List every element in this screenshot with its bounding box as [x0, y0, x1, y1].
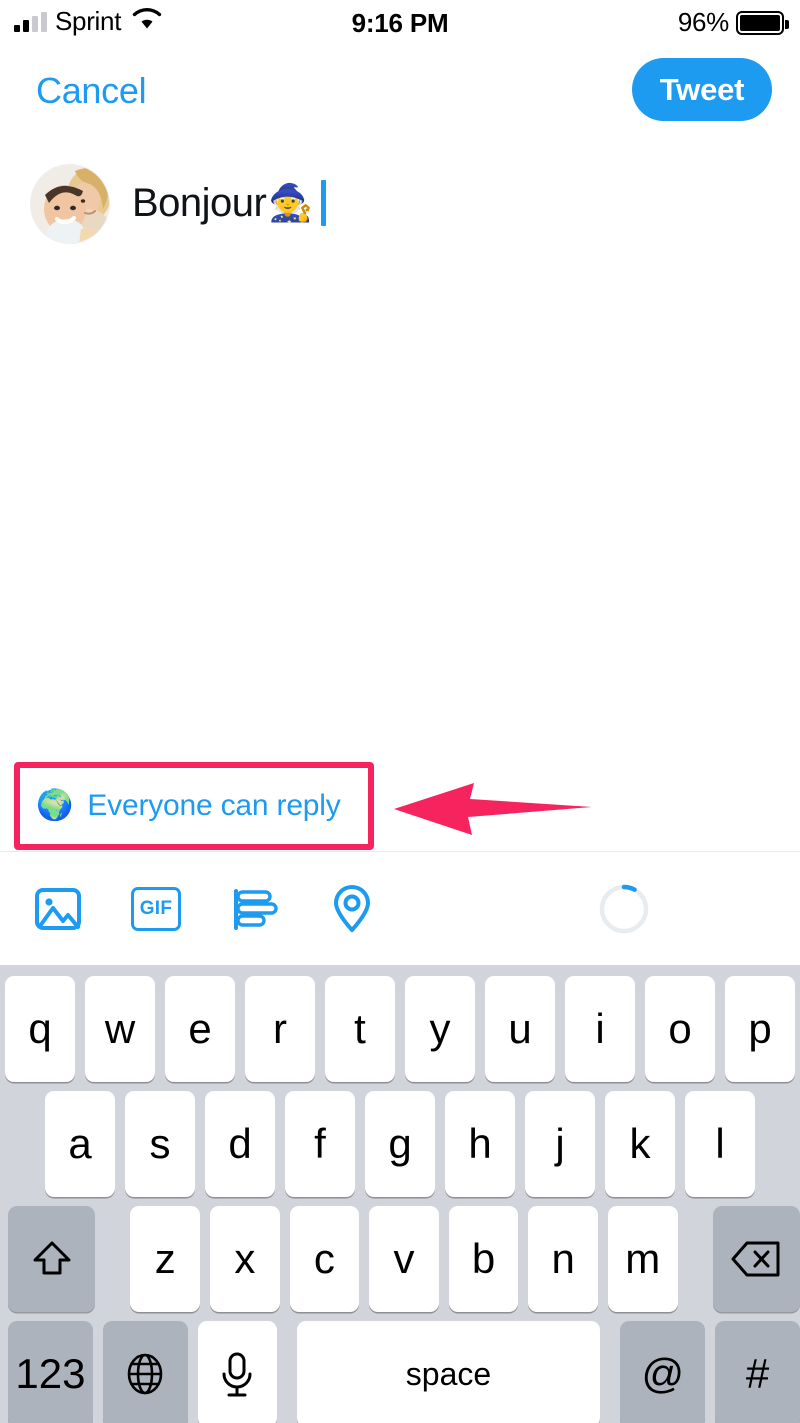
key-l[interactable]: l	[685, 1091, 755, 1197]
avatar-photo	[31, 165, 109, 243]
key-b[interactable]: b	[448, 1206, 519, 1312]
location-icon[interactable]	[324, 881, 380, 937]
key-g[interactable]: g	[365, 1091, 435, 1197]
wizard-emoji: 🧙	[268, 182, 314, 223]
keyboard-row-4: 123 space @ #	[0, 1321, 800, 1423]
key-j[interactable]: j	[525, 1091, 595, 1197]
key-o[interactable]: o	[645, 976, 715, 1082]
key-d[interactable]: d	[205, 1091, 275, 1197]
key-numbers[interactable]: 123	[8, 1321, 93, 1423]
globe-icon[interactable]	[102, 1321, 188, 1423]
reply-scope-label: Everyone can reply	[87, 788, 341, 822]
key-n[interactable]: n	[528, 1206, 598, 1312]
microphone-icon[interactable]	[197, 1321, 277, 1423]
status-bar-right: 96%	[677, 7, 789, 38]
battery-icon	[736, 10, 789, 35]
key-s[interactable]: s	[125, 1091, 195, 1197]
avatar[interactable]	[30, 164, 110, 244]
keyboard-row-1: q w e r t y u i o p	[0, 976, 800, 1082]
tweet-button[interactable]: Tweet	[632, 58, 772, 121]
tweet-compose-screen: Sprint 9:16 PM 96% Cancel Tweet Bonjour …	[0, 0, 800, 1423]
onscreen-keyboard: q w e r t y u i o p a s d f g h j k l z …	[0, 965, 800, 1423]
key-c[interactable]: c	[289, 1206, 360, 1312]
key-a[interactable]: a	[45, 1091, 115, 1197]
key-p[interactable]: p	[725, 976, 795, 1082]
key-h[interactable]: h	[445, 1091, 515, 1197]
key-hash[interactable]: #	[715, 1321, 800, 1423]
battery-percent-label: 96%	[677, 7, 729, 37]
keyboard-row-3: z x c v b n m	[0, 1206, 800, 1312]
key-space[interactable]: space	[296, 1321, 601, 1423]
key-u[interactable]: u	[485, 976, 555, 1082]
key-i[interactable]: i	[565, 976, 635, 1082]
globe-icon: 🌍	[36, 788, 74, 822]
key-q[interactable]: q	[5, 976, 75, 1082]
key-z[interactable]: z	[130, 1206, 201, 1312]
compose-action-toolbar: GIF	[0, 853, 800, 965]
gif-label: GIF	[131, 887, 181, 931]
media-icon[interactable]	[30, 881, 86, 937]
key-y[interactable]: y	[405, 976, 475, 1082]
keyboard-row-2: a s d f g h j k l	[0, 1091, 800, 1197]
cancel-button[interactable]: Cancel	[36, 70, 147, 112]
key-k[interactable]: k	[605, 1091, 675, 1197]
key-v[interactable]: v	[369, 1206, 439, 1312]
reply-scope-button[interactable]: 🌍 Everyone can reply	[36, 789, 341, 823]
shift-icon[interactable]	[8, 1206, 96, 1312]
key-f[interactable]: f	[285, 1091, 355, 1197]
backspace-icon[interactable]	[712, 1206, 800, 1312]
key-r[interactable]: r	[245, 976, 315, 1082]
character-count-ring	[599, 884, 649, 934]
key-m[interactable]: m	[607, 1206, 678, 1312]
text-caret	[321, 180, 327, 226]
poll-icon[interactable]	[226, 881, 282, 937]
key-e[interactable]: e	[165, 976, 235, 1082]
key-x[interactable]: x	[210, 1206, 280, 1312]
status-bar: Sprint 9:16 PM 96%	[0, 0, 800, 48]
reply-scope-row: 🌍 Everyone can reply	[0, 760, 800, 852]
tweet-composer[interactable]: Bonjour 🧙	[0, 148, 800, 758]
key-at[interactable]: @	[620, 1321, 706, 1423]
compose-nav-bar: Cancel Tweet	[0, 48, 800, 148]
tweet-text: Bonjour	[132, 181, 267, 225]
key-t[interactable]: t	[325, 976, 395, 1082]
tweet-text-area[interactable]: Bonjour 🧙	[132, 168, 327, 238]
key-w[interactable]: w	[85, 976, 155, 1082]
gif-icon[interactable]: GIF	[128, 881, 184, 937]
